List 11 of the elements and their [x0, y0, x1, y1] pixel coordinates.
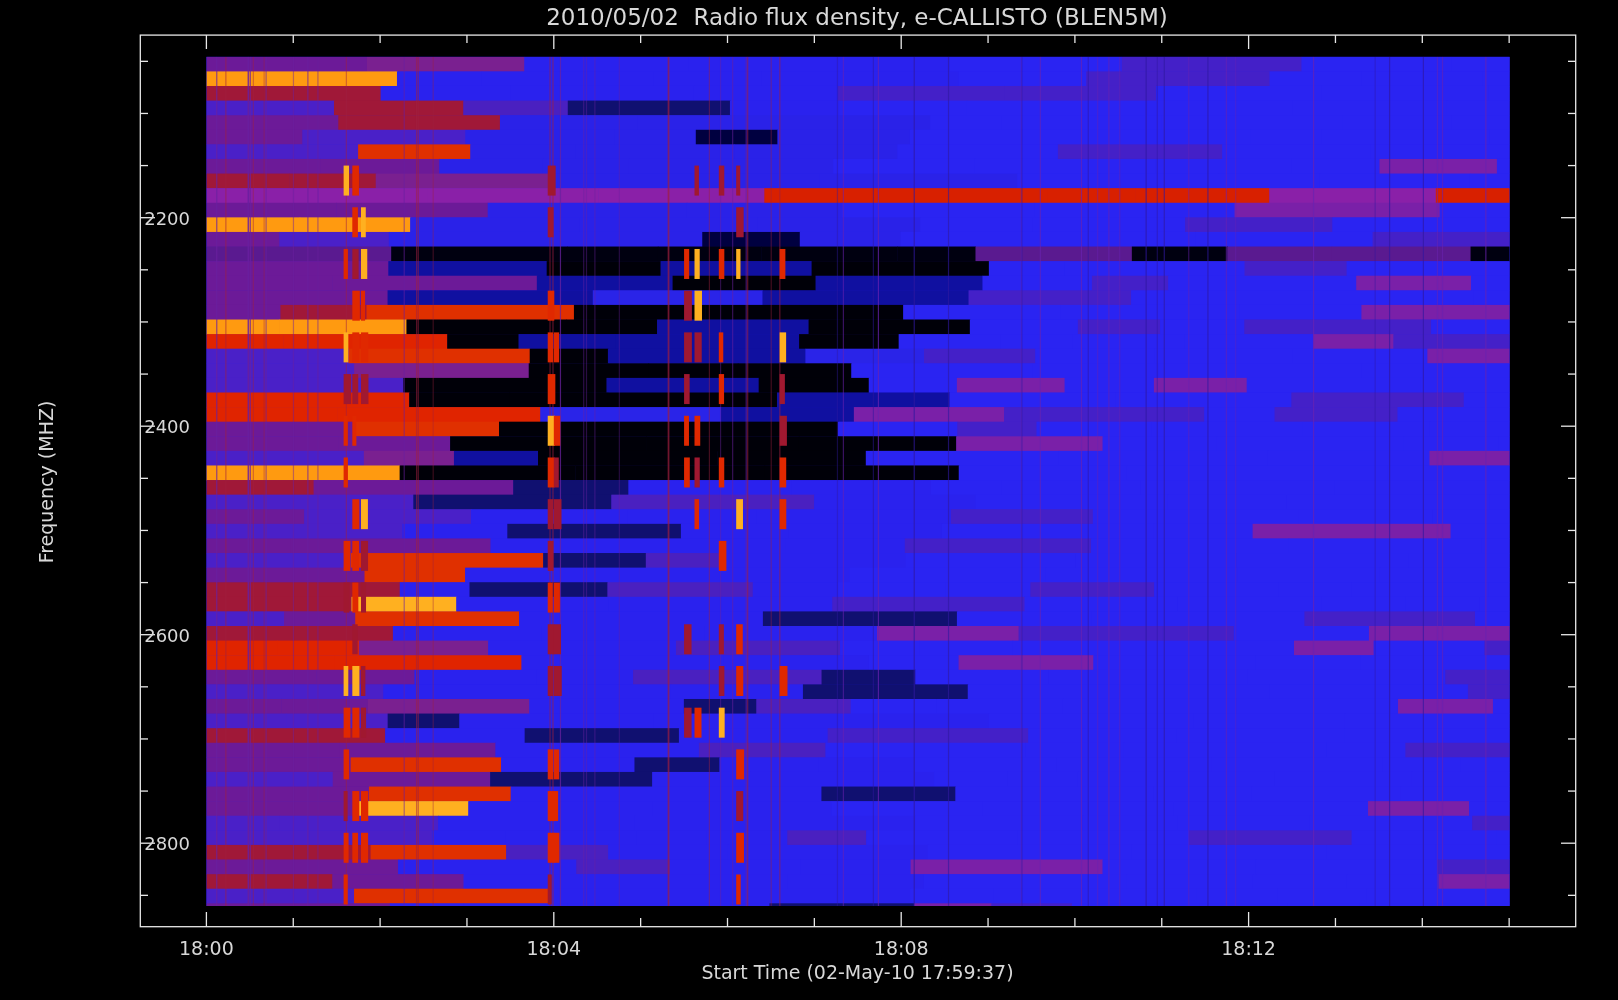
x-tick-label: 18:12	[1221, 937, 1276, 959]
x-tick-label: 18:00	[179, 937, 234, 959]
x-axis-label: Start Time (02-May-10 17:59:37)	[701, 961, 1014, 983]
x-tick-label: 18:04	[526, 937, 582, 959]
y-tick-label: 2400	[144, 416, 190, 438]
y-axis-label: Frequency (MHZ)	[35, 400, 57, 564]
x-tick-label: 18:08	[873, 937, 929, 959]
y-tick-label: 2200	[144, 207, 190, 229]
y-tick-label: 2800	[144, 833, 190, 855]
y-tick-label: 2600	[144, 624, 190, 646]
chart-title: 2010/05/02 Radio flux density, e-CALLISTO (BLEN5M)	[546, 4, 1168, 30]
